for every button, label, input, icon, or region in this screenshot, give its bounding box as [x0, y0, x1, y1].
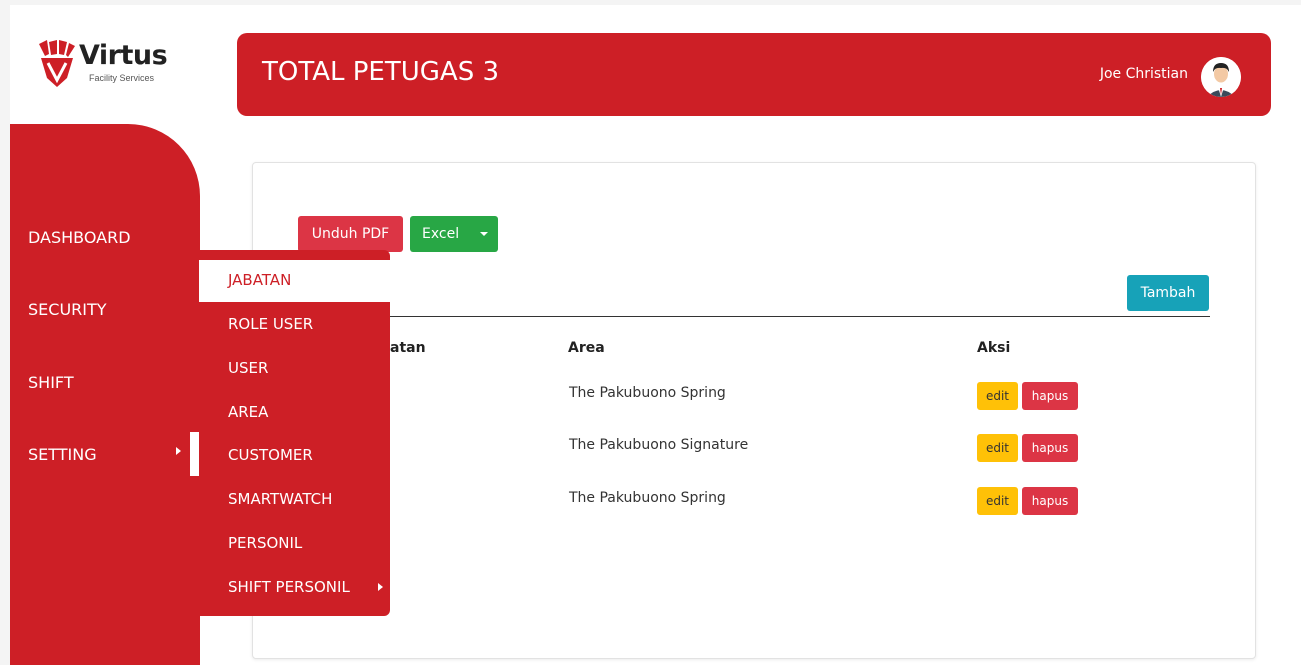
table-cell-area: The Pakubuono Spring: [569, 385, 726, 401]
submenu-item-smartwatch[interactable]: SMARTWATCH: [228, 490, 332, 508]
submenu-item-personil[interactable]: PERSONIL: [228, 534, 302, 552]
sidebar-item-security[interactable]: SECURITY: [28, 300, 107, 319]
submenu-item-shift-personil[interactable]: SHIFT PERSONIL: [228, 578, 350, 596]
avatar[interactable]: [1201, 57, 1241, 97]
add-button[interactable]: Tambah: [1127, 275, 1209, 311]
page-title: TOTAL PETUGAS 3: [262, 57, 500, 87]
column-header-jabatan: atan: [390, 340, 426, 356]
sidebar-item-dashboard[interactable]: DASHBOARD: [28, 228, 131, 247]
excel-button-label: Excel: [422, 226, 460, 242]
chevron-right-icon: [378, 583, 383, 591]
settings-submenu: [199, 250, 390, 616]
virtus-shield-icon: [39, 40, 75, 87]
submenu-item-jabatan[interactable]: JABATAN: [228, 271, 291, 289]
table-cell-area: The Pakubuono Spring: [569, 490, 726, 506]
virtus-logo[interactable]: Virtus Facility Services: [37, 40, 168, 90]
header-bar: TOTAL PETUGAS 3 Joe Christian: [237, 33, 1271, 116]
edit-button[interactable]: edit: [977, 434, 1018, 462]
caret-down-icon: [480, 232, 488, 236]
chevron-right-icon: [176, 447, 181, 455]
submenu-item-customer[interactable]: CUSTOMER: [228, 446, 313, 464]
column-header-area: Area: [568, 340, 605, 356]
logo-tagline: Facility Services: [89, 73, 155, 83]
edit-button[interactable]: edit: [977, 382, 1018, 410]
sidebar: [10, 124, 200, 665]
submenu-item-user[interactable]: USER: [228, 359, 268, 377]
user-name[interactable]: Joe Christian: [1100, 66, 1188, 82]
table-cell-area: The Pakubuono Signature: [569, 437, 749, 453]
column-header-aksi: Aksi: [977, 340, 1011, 356]
submenu-item-role-user[interactable]: ROLE USER: [228, 315, 313, 333]
logo-brand-text: Virtus: [79, 40, 168, 71]
excel-button[interactable]: Excel: [410, 216, 498, 252]
sidebar-item-setting[interactable]: SETTING: [28, 445, 97, 464]
sidebar-item-shift[interactable]: SHIFT: [28, 373, 74, 392]
table-divider: [388, 316, 1210, 317]
download-pdf-button[interactable]: Unduh PDF: [298, 216, 403, 252]
active-indicator: [190, 432, 199, 476]
delete-button[interactable]: hapus: [1022, 487, 1078, 515]
user-avatar-icon: [1201, 57, 1241, 97]
delete-button[interactable]: hapus: [1022, 382, 1078, 410]
submenu-item-area[interactable]: AREA: [228, 403, 268, 421]
delete-button[interactable]: hapus: [1022, 434, 1078, 462]
edit-button[interactable]: edit: [977, 487, 1018, 515]
